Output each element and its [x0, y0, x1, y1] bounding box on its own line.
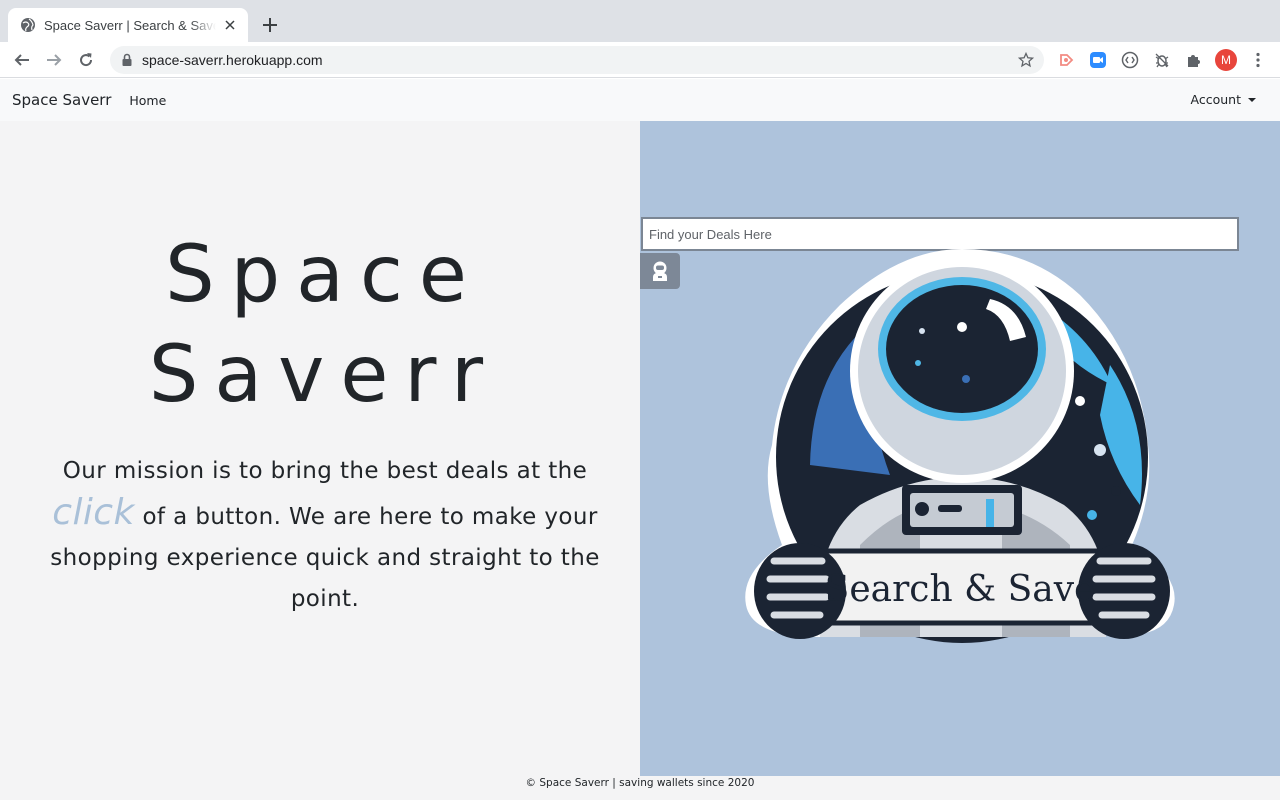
reload-icon [80, 53, 93, 67]
footer-text: © Space Saverr | saving wallets since 20… [525, 777, 755, 789]
nav-link-home[interactable]: Home [129, 93, 166, 108]
tab-title: Space Saverr | Search & Save [44, 17, 216, 33]
star-icon[interactable] [1018, 52, 1034, 68]
puzzle-icon [1188, 55, 1200, 67]
back-button[interactable] [10, 48, 34, 72]
lock-icon [122, 53, 132, 66]
extensions-menu[interactable] [1184, 50, 1204, 70]
close-icon[interactable] [222, 17, 238, 33]
logo-sign-text: Search & Save [825, 569, 1096, 610]
mission-statement: Our mission is to bring the best deals a… [40, 451, 610, 620]
hero-panel: Space Saverr Our mission is to bring the… [0, 121, 640, 776]
code-extension-icon [1121, 51, 1139, 69]
hero-title-line1: Space [165, 230, 483, 320]
zoom-extension-icon [1090, 52, 1106, 68]
cast-extension-icon [1060, 54, 1074, 66]
forward-button[interactable] [42, 48, 66, 72]
address-bar[interactable]: space-saverr.herokuapp.com [110, 46, 1044, 74]
search-button[interactable] [640, 253, 680, 289]
site-navbar: Space Saverr Home Account [0, 79, 1280, 121]
kebab-menu-icon [1256, 52, 1260, 68]
browser-tab[interactable]: Space Saverr | Search & Save [8, 8, 248, 42]
extension-code[interactable] [1120, 50, 1140, 70]
astronaut-icon [653, 261, 667, 281]
extension-bug[interactable] [1152, 50, 1172, 70]
globe-icon [21, 18, 35, 32]
navbar-brand[interactable]: Space Saverr [12, 91, 111, 109]
arrow-left-icon [14, 54, 29, 66]
bug-extension-icon [1155, 53, 1169, 68]
browser-tabstrip: Space Saverr | Search & Save [0, 0, 1280, 42]
browser-menu[interactable] [1248, 50, 1268, 70]
browser-toolbar: space-saverr.herokuapp.com [0, 42, 1280, 78]
search-panel: Search & Save [640, 121, 1280, 776]
url-text: space-saverr.herokuapp.com [142, 52, 323, 68]
hero-title-line2: Saverr [148, 330, 500, 420]
new-tab-icon[interactable] [258, 13, 282, 37]
mission-click-word: click [52, 492, 135, 533]
arrow-right-icon [47, 54, 62, 66]
extension-zoom[interactable] [1088, 50, 1108, 70]
site-footer: © Space Saverr | saving wallets since 20… [0, 776, 1280, 800]
chevron-down-icon [1248, 97, 1256, 102]
mission-text-part1: Our mission is to bring the best deals a… [62, 458, 588, 484]
profile-avatar[interactable]: M [1215, 49, 1237, 71]
astronaut-logo: Search & Save [745, 249, 1175, 643]
account-label: Account [1190, 92, 1241, 107]
extension-cast[interactable] [1056, 50, 1076, 70]
hero-title: Space Saverr [0, 225, 640, 425]
reload-button[interactable] [74, 48, 98, 72]
account-dropdown[interactable]: Account [1191, 92, 1256, 107]
